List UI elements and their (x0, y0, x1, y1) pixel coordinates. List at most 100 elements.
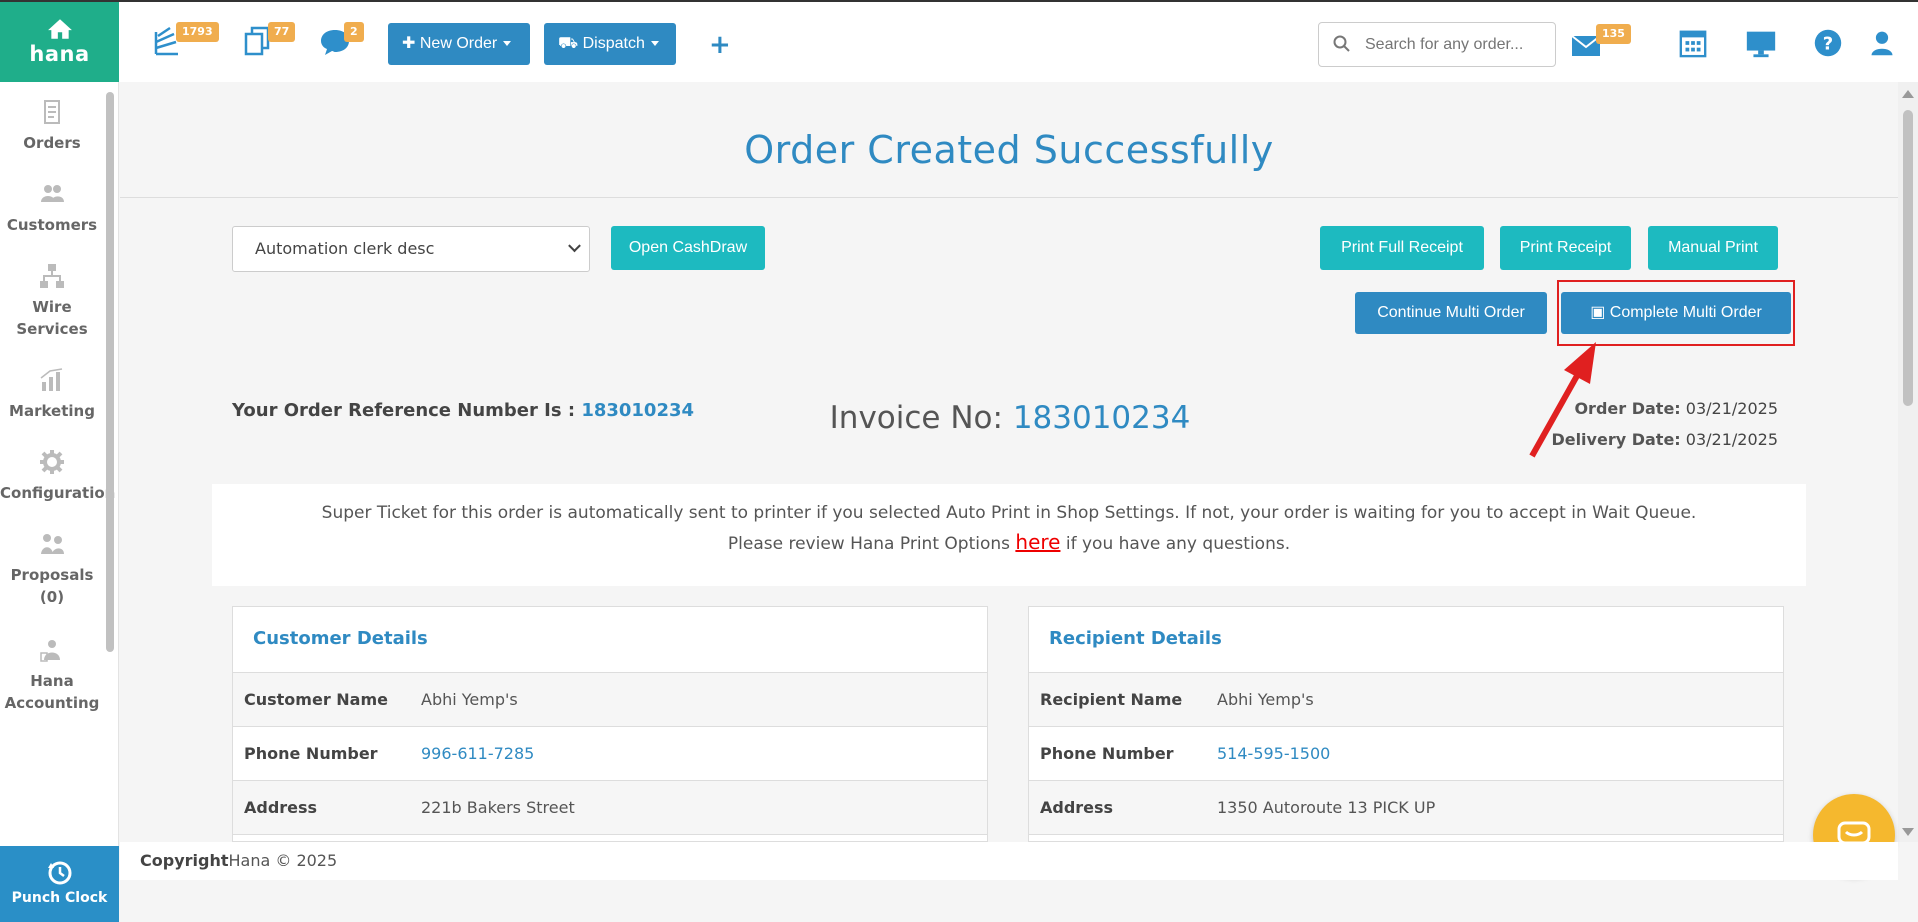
add-icon[interactable]: + (709, 30, 731, 60)
table-row: Address 1350 Autoroute 13 PICK UP (1029, 781, 1783, 835)
network-icon (40, 264, 64, 288)
recipient-phone-link[interactable]: 514-595-1500 (1217, 744, 1330, 763)
orders-stack-icon[interactable]: 1793 (150, 22, 219, 64)
sidebar-item-label: Orders (23, 134, 81, 152)
sidebar-item-orders[interactable]: Orders (0, 98, 104, 154)
monitor-icon[interactable] (1744, 26, 1776, 62)
print-options-link[interactable]: here (1015, 530, 1060, 554)
row-value: Abhi Yemp's (421, 690, 518, 709)
invoice-label: Invoice No: (829, 400, 1003, 436)
open-cashdraw-button[interactable]: Open CashDraw (611, 226, 765, 270)
delivery-date-value: 03/21/2025 (1685, 430, 1778, 449)
sidebar-scrollbar[interactable] (106, 92, 114, 652)
caret-down-icon (650, 41, 659, 47)
truck-icon: ⛟ (558, 35, 579, 52)
sidebar-item-proposals[interactable]: Proposals (0) (0, 530, 104, 608)
main-scrollbar[interactable] (1898, 82, 1918, 842)
row-label: Phone Number (244, 744, 378, 763)
accounting-icon (40, 640, 60, 662)
table-row: Recipient Name Abhi Yemp's (1029, 673, 1783, 727)
recipient-details-heading: Recipient Details (1029, 607, 1783, 673)
gear-icon (40, 450, 64, 474)
logo-text: hana (29, 42, 90, 66)
sidebar-item-label: Customers (6, 216, 98, 234)
sidebar-item-marketing[interactable]: Marketing (0, 366, 104, 422)
row-label: Recipient Name (1040, 690, 1183, 709)
row-value: 1350 Autoroute 13 PICK UP (1217, 798, 1436, 817)
mail-badge: 135 (1596, 24, 1631, 44)
scroll-up-arrow-icon[interactable] (1902, 90, 1914, 98)
tickets-badge: 77 (268, 22, 296, 42)
orders-badge: 1793 (176, 22, 219, 42)
search-input[interactable] (1363, 33, 1548, 57)
copyright-text: Hana © 2025 (228, 851, 338, 870)
calendar-icon[interactable] (1678, 26, 1710, 62)
users-icon (41, 185, 64, 202)
help-icon[interactable]: ? (1812, 26, 1844, 62)
row-label: Address (244, 798, 318, 817)
footer: CopyrightHana © 2025 (120, 842, 1898, 880)
tickets-icon[interactable]: 77 (242, 22, 296, 64)
sidebar-item-label: Proposals (0) (10, 566, 94, 606)
customer-details-heading: Customer Details (233, 607, 987, 673)
caret-down-icon (503, 41, 512, 47)
punch-clock-label: Punch Clock (11, 890, 108, 906)
chat-bubble-icon[interactable]: 2 (318, 22, 364, 64)
new-order-button[interactable]: ✚ New Order (388, 23, 530, 65)
top-bar: hana 1793 77 2 ✚ New Order ⛟ Dispatch + … (0, 0, 1918, 84)
user-icon[interactable] (1868, 26, 1900, 62)
sidebar-item-label: Wire Services (16, 298, 88, 338)
search-icon (1333, 35, 1350, 52)
notice-line-1: Super Ticket for this order is automatic… (321, 503, 1697, 523)
continue-multi-order-button[interactable]: Continue Multi Order (1355, 292, 1547, 334)
row-label: Address (1040, 798, 1114, 817)
sidebar-item-label: Hana Accounting (4, 672, 100, 712)
invoice-number-value: 183010234 (1012, 400, 1191, 436)
mail-icon[interactable]: 135 (1570, 24, 1631, 62)
page-title: Order Created Successfully (744, 128, 1274, 172)
divider (120, 197, 1898, 198)
customer-details-panel: Customer Details Customer Name Abhi Yemp'… (232, 606, 988, 842)
row-value: Abhi Yemp's (1217, 690, 1314, 709)
clerk-select-value: Automation clerk desc (255, 239, 435, 258)
sidebar-item-label: Configuration (0, 484, 116, 502)
copyright-label: Copyright (140, 851, 229, 870)
sidebar-item-wire-services[interactable]: Wire Services (0, 262, 104, 340)
customer-phone-link[interactable]: 996-611-7285 (421, 744, 534, 763)
orders-doc-icon (44, 100, 60, 124)
order-date-value: 03/21/2025 (1685, 399, 1778, 418)
dispatch-button[interactable]: ⛟ Dispatch (544, 23, 676, 65)
punch-clock-button[interactable]: Punch Clock (0, 846, 119, 922)
table-row: Phone Number 996-611-7285 (233, 727, 987, 781)
table-row: Customer Name Abhi Yemp's (233, 673, 987, 727)
chevron-down-icon (568, 239, 581, 253)
sidebar-item-hana-accounting[interactable]: Hana Accounting (0, 636, 104, 714)
proposals-icon (41, 534, 64, 554)
sidebar: Orders Customers Wire Services Marketing… (0, 82, 119, 922)
logo[interactable]: hana (0, 2, 119, 84)
messages-badge: 2 (344, 22, 364, 42)
clerk-select[interactable]: Automation clerk desc (232, 226, 590, 272)
row-label: Phone Number (1040, 744, 1174, 763)
manual-print-button[interactable]: Manual Print (1648, 226, 1778, 270)
print-receipt-button[interactable]: Print Receipt (1500, 226, 1631, 270)
scrollbar-thumb[interactable] (1903, 110, 1913, 406)
home-icon (47, 19, 72, 39)
bar-chart-icon (40, 368, 63, 391)
table-row: Phone Number 514-595-1500 (1029, 727, 1783, 781)
notice-line-2-post: if you have any questions. (1065, 534, 1291, 554)
sidebar-item-configuration[interactable]: Configuration (0, 448, 115, 504)
clock-history-icon (47, 861, 71, 885)
notice-line-2: Please review Hana Print Options here if… (212, 528, 1806, 559)
delivery-date-label: Delivery Date: (1551, 430, 1681, 449)
sidebar-item-customers[interactable]: Customers (0, 180, 104, 236)
scroll-down-arrow-icon[interactable] (1902, 828, 1914, 836)
row-value: 221b Bakers Street (421, 798, 575, 817)
print-full-receipt-button[interactable]: Print Full Receipt (1320, 226, 1484, 270)
order-date-label: Order Date: (1574, 399, 1681, 418)
search-box[interactable] (1318, 22, 1556, 67)
dispatch-label: Dispatch (582, 35, 645, 52)
table-row: Address 221b Bakers Street (233, 781, 987, 835)
main-content: Order Created Successfully Automation cl… (120, 82, 1898, 842)
order-dates: Order Date: 03/21/2025 Delivery Date: 03… (1551, 393, 1778, 455)
